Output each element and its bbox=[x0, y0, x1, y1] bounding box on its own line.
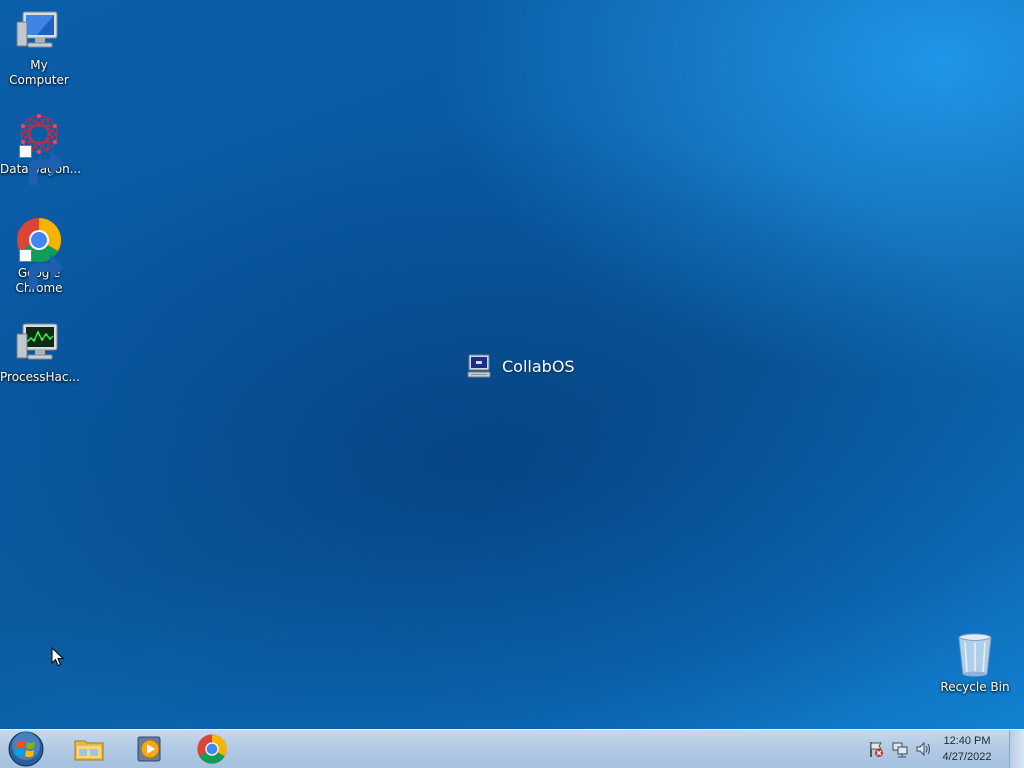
taskbar-media-player-button[interactable] bbox=[124, 732, 176, 766]
desktop-icon-label: Recycle Bin bbox=[940, 680, 1010, 694]
collabos-label: CollabOS bbox=[466, 352, 575, 380]
recycle-bin-icon bbox=[951, 630, 999, 678]
start-button[interactable] bbox=[6, 731, 46, 767]
desktop-icon-label: ProcessHac... bbox=[0, 370, 80, 384]
collabos-computer-icon bbox=[467, 354, 491, 378]
shortcut-arrow-icon bbox=[19, 249, 64, 290]
media-player-icon bbox=[137, 736, 161, 762]
windows-start-icon bbox=[8, 731, 44, 767]
desktop-icon-label: My Computer bbox=[9, 58, 69, 87]
network-icon[interactable] bbox=[891, 740, 909, 758]
desktop: My Computer DataWagon... Google Chrome P… bbox=[0, 0, 1024, 729]
system-tray bbox=[864, 730, 936, 768]
clock-date: 4/27/2022 bbox=[942, 751, 992, 763]
chrome-icon bbox=[197, 734, 227, 764]
desktop-icon-google-chrome[interactable]: Google Chrome bbox=[0, 216, 78, 296]
folder-icon bbox=[74, 740, 104, 761]
taskbar: 12:40 PM 4/27/2022 bbox=[0, 729, 1024, 768]
show-desktop-button[interactable] bbox=[1009, 730, 1024, 768]
taskbar-chrome-button[interactable] bbox=[186, 732, 238, 766]
desktop-icon-datawagon[interactable]: DataWagon... bbox=[0, 112, 81, 186]
desktop-icon-processhacker[interactable]: ProcessHac... bbox=[0, 320, 80, 385]
taskbar-explorer-button[interactable] bbox=[63, 732, 115, 766]
desktop-icon-my-computer[interactable]: My Computer bbox=[0, 8, 78, 88]
clock-time: 12:40 PM bbox=[943, 735, 991, 747]
chrome-icon bbox=[15, 216, 64, 290]
datawagon-icon bbox=[15, 112, 64, 186]
action-center-flag-icon[interactable] bbox=[867, 740, 885, 758]
desktop-icon-recycle-bin[interactable]: Recycle Bin bbox=[936, 630, 1014, 695]
volume-icon[interactable] bbox=[915, 740, 933, 758]
taskbar-clock[interactable]: 12:40 PM 4/27/2022 bbox=[932, 733, 1002, 765]
computer-icon bbox=[15, 8, 63, 56]
processhacker-icon bbox=[15, 320, 63, 368]
collabos-text: CollabOS bbox=[502, 356, 575, 376]
shortcut-arrow-icon bbox=[19, 145, 64, 186]
mouse-cursor-icon bbox=[51, 647, 65, 667]
